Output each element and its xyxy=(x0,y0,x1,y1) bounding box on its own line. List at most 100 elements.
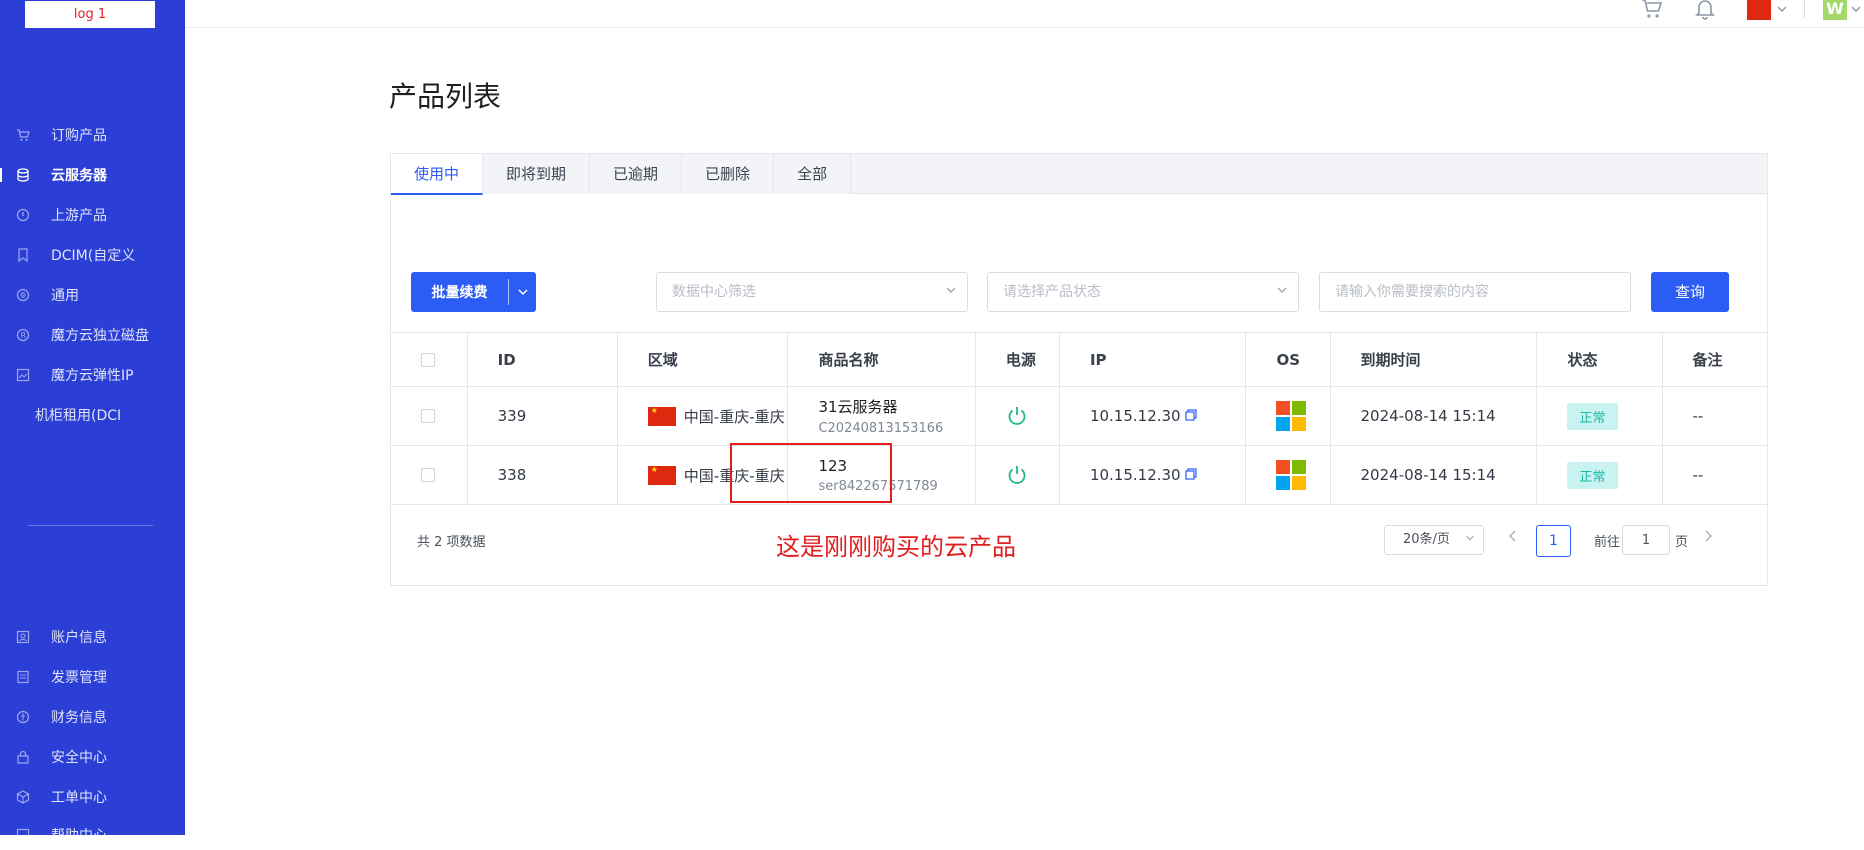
sidebar-item-label: DCIM(自定义 xyxy=(51,248,136,264)
row-expire: 2024-08-14 15:14 xyxy=(1331,387,1538,445)
header-status: 状态 xyxy=(1537,333,1663,386)
sidebar-item-label: 工单中心 xyxy=(51,790,107,806)
sidebar-item-label: 机柜租用(DCI xyxy=(35,408,122,424)
sidebar-item-label: 魔方云弹性IP xyxy=(51,368,134,384)
sidebar-item-label: 财务信息 xyxy=(51,710,107,726)
tab-in-use[interactable]: 使用中 xyxy=(391,154,484,195)
datacenter-select[interactable]: 数据中心筛选 xyxy=(656,272,968,312)
goto-page-input[interactable] xyxy=(1622,525,1670,555)
sidebar-divider xyxy=(28,525,153,526)
row-ip: 10.15.12.30 xyxy=(1089,466,1181,484)
row-region-cell: 中国-重庆-重庆 xyxy=(618,387,789,445)
chevron-down-icon[interactable] xyxy=(509,286,536,298)
chevron-down-icon[interactable] xyxy=(1850,0,1862,19)
copy-icon[interactable] xyxy=(1185,467,1197,483)
user-icon xyxy=(15,629,31,645)
windows-icon xyxy=(1276,460,1307,490)
sidebar-item-security[interactable]: 安全中心 xyxy=(0,742,185,772)
sidebar-item-upstream[interactable]: 上游产品 xyxy=(0,200,185,230)
page-suffix: 页 xyxy=(1675,535,1689,550)
invoice-icon xyxy=(15,669,31,685)
power-on-icon[interactable] xyxy=(1006,405,1028,427)
power-on-icon[interactable] xyxy=(1006,464,1028,486)
sidebar-item-dcim[interactable]: DCIM(自定义 xyxy=(0,240,185,270)
sidebar-item-label: 魔方云独立磁盘 xyxy=(51,328,149,344)
chevron-down-icon[interactable] xyxy=(1776,0,1788,19)
product-code: C20240813153166 xyxy=(818,421,944,436)
topbar xyxy=(185,0,1864,28)
row-status-cell: 正常 xyxy=(1537,446,1663,504)
row-ip-cell: 10.15.12.30 xyxy=(1060,387,1247,445)
row-checkbox-cell xyxy=(391,387,468,445)
cart-icon[interactable] xyxy=(1640,0,1664,24)
sidebar-item-label: 上游产品 xyxy=(51,208,107,224)
query-button[interactable]: 查询 xyxy=(1651,272,1729,312)
row-checkbox[interactable] xyxy=(421,468,435,482)
windows-icon xyxy=(1276,401,1307,431)
page-size-select[interactable]: 20条/页 xyxy=(1384,525,1484,555)
header-power: 电源 xyxy=(976,333,1060,386)
page-number-current[interactable]: 1 xyxy=(1536,525,1571,557)
chevron-left-icon[interactable] xyxy=(1508,528,1518,547)
row-os-cell xyxy=(1246,387,1331,445)
header-note: 备注 xyxy=(1692,351,1723,369)
image-icon xyxy=(15,367,31,383)
page-size-value: 20条/页 xyxy=(1403,532,1450,547)
tab-bar: 使用中 即将到期 已逾期 已删除 全部 xyxy=(391,154,1767,195)
tab-deleted[interactable]: 已删除 xyxy=(682,154,775,194)
logo[interactable]: log 1 xyxy=(25,1,155,28)
row-ip-cell: 10.15.12.30 xyxy=(1060,446,1247,504)
row-name-cell[interactable]: 31云服务器 C20240813153166 xyxy=(788,387,976,445)
sidebar-item-finance[interactable]: 财务信息 xyxy=(0,702,185,732)
datacenter-select-placeholder: 数据中心筛选 xyxy=(672,284,756,300)
row-power-cell xyxy=(976,446,1060,504)
sidebar-item-cloud-server[interactable]: 云服务器 xyxy=(0,160,185,190)
row-note: -- xyxy=(1692,407,1704,425)
sidebar-item-account[interactable]: 账户信息 xyxy=(0,622,185,652)
sidebar-item-order[interactable]: 订购产品 xyxy=(0,120,185,150)
sidebar-item-general[interactable]: 通用 xyxy=(0,280,185,310)
annotation-highlight-box xyxy=(730,443,892,503)
row-ip: 10.15.12.30 xyxy=(1089,407,1181,425)
language-flag-icon[interactable] xyxy=(1747,0,1771,24)
table-row[interactable]: 338 中国-重庆-重庆 123 ser842267571789 10.15.1… xyxy=(391,446,1767,505)
avatar[interactable]: W xyxy=(1823,0,1847,20)
total-count: 共 2 项数据 xyxy=(417,535,486,550)
status-badge: 正常 xyxy=(1567,461,1618,489)
search-input[interactable] xyxy=(1319,272,1631,312)
header-os: OS xyxy=(1246,333,1331,386)
sidebar: log 1 订购产品 云服务器 上游产品 DCIM(自定义 通用 R 魔方云独立… xyxy=(0,0,185,844)
tab-overdue[interactable]: 已逾期 xyxy=(590,154,683,194)
chevron-right-icon[interactable] xyxy=(1703,528,1713,547)
help-icon xyxy=(15,827,31,843)
select-all-checkbox[interactable] xyxy=(421,352,435,367)
sidebar-item-help[interactable]: 帮助中心 xyxy=(0,820,185,850)
row-checkbox-cell xyxy=(391,446,468,504)
batch-renew-button[interactable]: 批量续费 xyxy=(411,272,536,312)
row-checkbox[interactable] xyxy=(421,409,435,423)
tab-expiring[interactable]: 即将到期 xyxy=(483,154,591,194)
bell-icon[interactable] xyxy=(1694,0,1716,24)
row-id: 339 xyxy=(468,387,618,445)
sidebar-item-label: 账户信息 xyxy=(51,630,107,646)
sidebar-item-label: 安全中心 xyxy=(51,750,107,766)
topbar-divider xyxy=(1804,0,1805,18)
sidebar-item-label: 云服务器 xyxy=(51,168,107,184)
header-expire: 到期时间 xyxy=(1331,333,1538,386)
sidebar-item-ticket[interactable]: 工单中心 xyxy=(0,782,185,812)
row-id: 338 xyxy=(468,446,618,504)
copy-icon[interactable] xyxy=(1185,408,1197,424)
tab-all[interactable]: 全部 xyxy=(774,154,852,194)
sidebar-item-elastic-ip[interactable]: 魔方云弹性IP xyxy=(0,360,185,390)
sidebar-item-disk[interactable]: R 魔方云独立磁盘 xyxy=(0,320,185,350)
row-region: 中国-重庆-重庆 xyxy=(683,407,785,426)
table-row[interactable]: 339 中国-重庆-重庆 31云服务器 C20240813153166 10.1… xyxy=(391,387,1767,446)
header-checkbox-cell xyxy=(391,333,468,386)
row-note: -- xyxy=(1692,466,1704,484)
sidebar-item-invoice[interactable]: 发票管理 xyxy=(0,662,185,692)
status-select[interactable]: 请选择产品状态 xyxy=(987,272,1299,312)
sidebar-item-cabinet[interactable]: 机柜租用(DCI xyxy=(0,400,185,430)
page-title: 产品列表 xyxy=(389,80,502,113)
product-name[interactable]: 31云服务器 xyxy=(818,396,943,417)
row-status-cell: 正常 xyxy=(1537,387,1663,445)
